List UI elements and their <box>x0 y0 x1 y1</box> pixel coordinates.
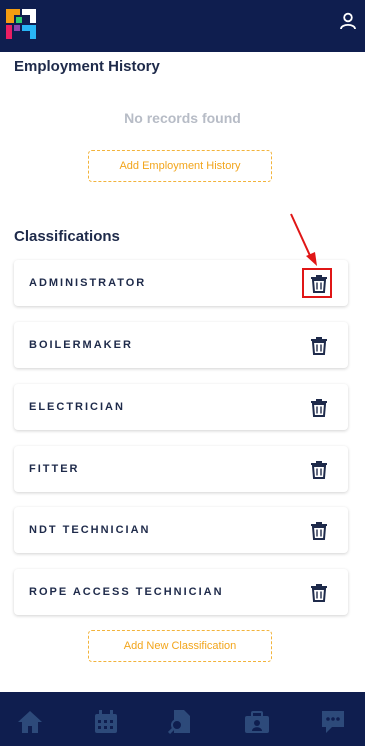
home-icon[interactable] <box>17 709 43 735</box>
add-employment-history-button[interactable]: Add Employment History <box>88 150 272 182</box>
top-app-bar <box>0 0 365 52</box>
bottom-navigation <box>0 692 365 746</box>
classification-label: ELECTRICIAN <box>29 401 125 413</box>
empty-state-text: No records found <box>124 110 241 126</box>
classification-card: BOILERMAKER <box>14 322 348 368</box>
classification-label: NDT TECHNICIAN <box>29 524 151 536</box>
classification-label: FITTER <box>29 463 80 475</box>
trash-icon[interactable] <box>310 582 328 602</box>
briefcase-user-icon[interactable] <box>244 709 270 735</box>
classifications-title: Classifications <box>14 228 120 245</box>
classification-card: ELECTRICIAN <box>14 384 348 430</box>
classification-card: ROPE ACCESS TECHNICIAN <box>14 569 348 615</box>
classification-label: ROPE ACCESS TECHNICIAN <box>29 586 224 598</box>
document-search-icon[interactable] <box>168 709 194 735</box>
employment-history-title: Employment History <box>14 58 160 75</box>
app-logo[interactable] <box>6 7 38 39</box>
trash-icon[interactable] <box>310 335 328 355</box>
calendar-icon[interactable] <box>93 709 119 735</box>
annotation-arrow <box>290 213 317 266</box>
annotation-highlight-box <box>302 268 332 298</box>
classification-label: ADMINISTRATOR <box>29 277 147 289</box>
classification-card: FITTER <box>14 446 348 492</box>
trash-icon[interactable] <box>310 397 328 417</box>
user-icon[interactable] <box>339 12 357 30</box>
classification-card: NDT TECHNICIAN <box>14 507 348 553</box>
chat-icon[interactable] <box>320 709 346 735</box>
trash-icon[interactable] <box>310 520 328 540</box>
add-new-classification-button[interactable]: Add New Classification <box>88 630 272 662</box>
classification-label: BOILERMAKER <box>29 339 133 351</box>
trash-icon[interactable] <box>310 459 328 479</box>
